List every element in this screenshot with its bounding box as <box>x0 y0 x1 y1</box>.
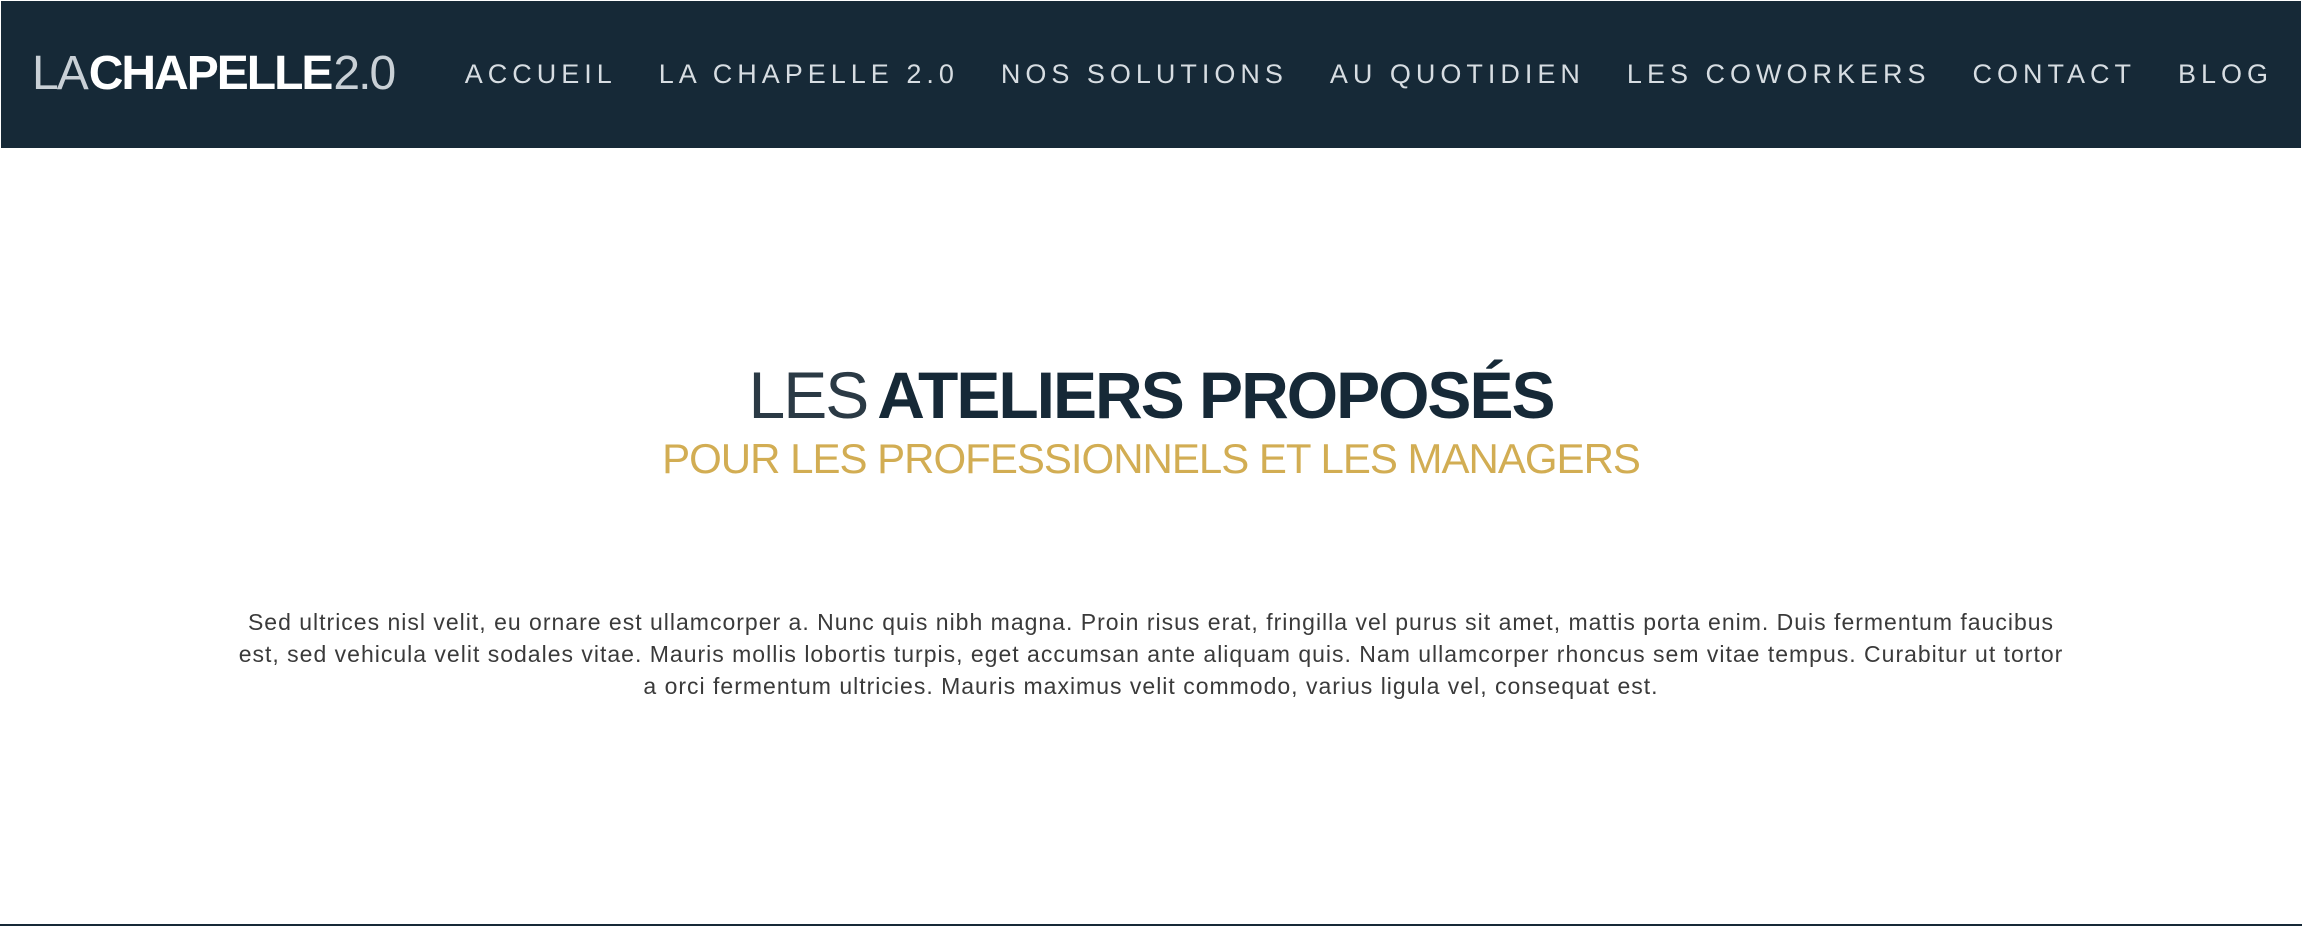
nav-item-la-chapelle[interactable]: LA CHAPELLE 2.0 <box>659 59 959 90</box>
main-navigation: ACCUEIL LA CHAPELLE 2.0 NOS SOLUTIONS AU… <box>423 1 2273 148</box>
nav-item-les-coworkers[interactable]: LES COWORKERS <box>1627 59 1931 90</box>
section-subtitle: POUR LES PROFESSIONNELS ET LES MANAGERS <box>662 435 1641 482</box>
ateliers-section: LES ATELIERS PROPOSÉS POUR LES PROFESSION… <box>0 148 2302 926</box>
section-description: Sed ultrices nisl velit, eu ornare est u… <box>238 609 2064 699</box>
site-logo[interactable]: LACHAPELLE2.0 <box>32 39 396 109</box>
section-title-main: ATELIERS PROPOSÉS <box>877 358 1555 432</box>
section-title: LES ATELIERS PROPOSÉS <box>0 353 2302 437</box>
logo-prefix: LA <box>32 47 89 100</box>
nav-item-contact[interactable]: CONTACT <box>1972 59 2136 90</box>
nav-item-au-quotidien[interactable]: AU QUOTIDIEN <box>1330 59 1585 90</box>
logo-name: CHAPELLE <box>88 47 334 100</box>
section-title-prefix: LES <box>748 358 870 432</box>
site-header: LACHAPELLE2.0 ACCUEIL LA CHAPELLE 2.0 NO… <box>1 1 2301 148</box>
nav-item-accueil[interactable]: ACCUEIL <box>465 59 617 90</box>
logo-version: 2.0 <box>333 47 396 100</box>
nav-item-blog[interactable]: BLOG <box>2178 59 2273 90</box>
nav-item-nos-solutions[interactable]: NOS SOLUTIONS <box>1001 59 1288 90</box>
